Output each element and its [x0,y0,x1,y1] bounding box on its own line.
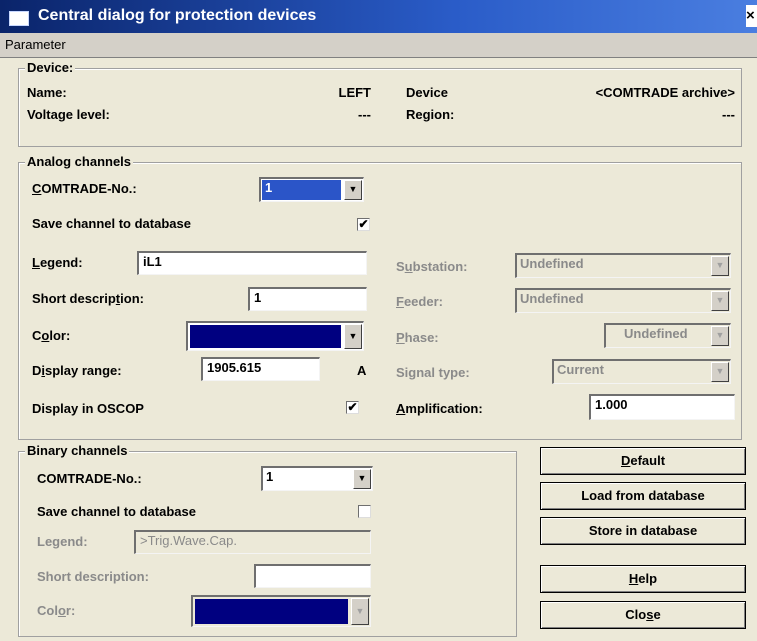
chevron-down-icon[interactable]: ▼ [711,362,729,382]
substation-label: Substation: [396,259,468,274]
phase-value: Undefined [624,326,688,341]
analog-legend-input[interactable]: iL1 [137,251,367,275]
chevron-down-icon[interactable]: ▼ [351,598,369,625]
amplification-input[interactable]: 1.000 [589,394,735,420]
feeder-label: Feeder: [396,294,443,309]
name-label: Name: [27,85,67,100]
load-from-database-button[interactable]: Load from database [540,482,746,510]
window-icon [9,11,29,26]
name-value: LEFT [338,85,372,100]
binary-short-description-input[interactable] [254,564,371,588]
substation-value: Undefined [520,256,584,271]
chevron-down-icon[interactable]: ▼ [344,324,362,349]
binary-color-label: Color: [37,603,76,618]
binary-color-select[interactable]: ▼ [191,595,371,627]
analog-display-oscop-checkbox[interactable]: ✔ [346,401,359,414]
analog-comtrade-label: COMTRADE-No.: [32,181,137,196]
default-button[interactable]: Default [540,447,746,475]
analog-short-description-input[interactable]: 1 [248,287,367,311]
close-button[interactable]: Close [540,601,746,629]
title-bar[interactable]: Central dialog for protection devices × [0,0,757,33]
binary-short-description-label: Short description: [37,569,149,584]
signal-type-value: Current [557,362,604,377]
chevron-down-icon[interactable]: ▼ [711,256,729,276]
chevron-down-icon[interactable]: ▼ [711,326,729,346]
feeder-value: Undefined [520,291,584,306]
binary-save-checkbox[interactable] [358,505,371,518]
phase-select[interactable]: Undefined ▼ [604,323,731,348]
analog-save-checkbox[interactable]: ✔ [357,218,370,231]
analog-display-range-label: Display range: [32,363,122,378]
binary-comtrade-label: COMTRADE-No.: [37,471,142,486]
binary-legend-input[interactable]: >Trig.Wave.Cap. [134,530,371,554]
chevron-down-icon[interactable]: ▼ [711,291,729,311]
analog-channels-group: Analog channels COMTRADE-No.: 1 ▼ Save c… [18,154,742,440]
binary-comtrade-value: 1 [266,469,274,484]
analog-save-label: Save channel to database [32,216,191,231]
analog-legend-label: Legend: [32,255,83,270]
help-button[interactable]: Help [540,565,746,593]
close-icon[interactable]: × [746,5,757,27]
dialog-client: Device: Name: LEFT Device <COMTRADE arch… [0,58,757,641]
dialog-window: Central dialog for protection devices × … [0,0,757,641]
region-value: --- [722,107,735,122]
analog-comtrade-value: 1 [262,180,341,200]
window-title: Central dialog for protection devices [38,7,317,24]
analog-color-select[interactable]: ▼ [186,321,364,351]
analog-display-oscop-label: Display in OSCOP [32,401,144,416]
device-label: Device [406,85,448,100]
binary-comtrade-select[interactable]: 1 ▼ [261,466,373,491]
device-group-label: Device: [25,60,76,75]
feeder-select[interactable]: Undefined ▼ [515,288,731,313]
analog-color-swatch [190,325,341,348]
chevron-down-icon[interactable]: ▼ [344,180,362,200]
substation-select[interactable]: Undefined ▼ [515,253,731,278]
menu-bar: Parameter [0,33,757,58]
binary-color-swatch [195,599,348,624]
amplification-label: Amplification: [396,401,483,416]
store-in-database-button[interactable]: Store in database [540,517,746,545]
phase-label: Phase: [396,330,439,345]
signal-type-select[interactable]: Current ▼ [552,359,731,384]
chevron-down-icon[interactable]: ▼ [353,469,371,489]
signal-type-label: Signal type: [396,365,470,380]
menu-parameter[interactable]: Parameter [5,37,66,52]
binary-group-label: Binary channels [25,443,130,458]
analog-short-description-label: Short description: [32,291,144,306]
analog-display-range-input[interactable]: 1905.615 [201,357,320,381]
binary-legend-label: Legend: [37,534,88,549]
device-value: <COMTRADE archive> [595,85,735,100]
analog-group-label: Analog channels [25,154,134,169]
region-label: Region: [406,107,455,122]
voltage-level-label: Voltage level: [27,107,110,122]
analog-comtrade-select[interactable]: 1 ▼ [259,177,364,202]
binary-channels-group: Binary channels COMTRADE-No.: 1 ▼ Save c… [18,443,517,637]
voltage-level-value: --- [358,107,371,122]
analog-display-range-unit: A [357,363,367,378]
binary-save-label: Save channel to database [37,504,196,519]
device-group: Device: Name: LEFT Device <COMTRADE arch… [18,60,742,147]
analog-color-label: Color: [32,328,71,343]
